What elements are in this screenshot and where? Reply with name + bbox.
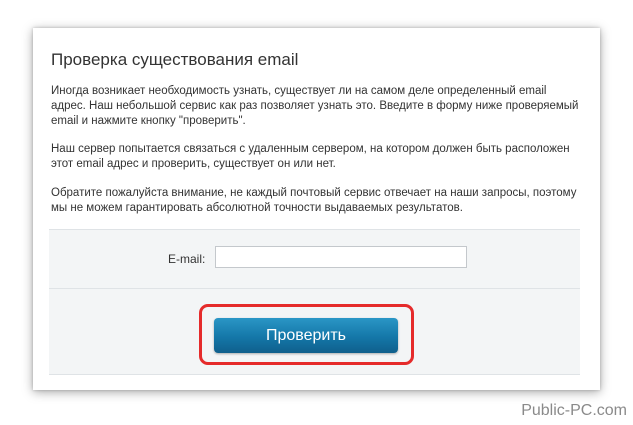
email-input[interactable] xyxy=(215,246,467,268)
server-paragraph: Наш сервер попытается связаться с удален… xyxy=(51,143,570,170)
check-button[interactable]: Проверить xyxy=(214,318,398,353)
page-title: Проверка существования email xyxy=(51,50,299,69)
email-label: E-mail: xyxy=(168,252,206,266)
email-form-row: E-mail: xyxy=(49,230,580,289)
email-form: E-mail: Проверить xyxy=(49,229,580,375)
email-check-card: Проверка существования email Иногда возн… xyxy=(33,28,600,390)
watermark-text: Public-PC.com xyxy=(521,402,627,419)
notice-paragraph: Обратите пожалуйста внимание, не каждый … xyxy=(51,187,577,214)
page: Проверка существования email Иногда возн… xyxy=(0,0,633,425)
intro-paragraph: Иногда возникает необходимость узнать, с… xyxy=(51,85,579,127)
